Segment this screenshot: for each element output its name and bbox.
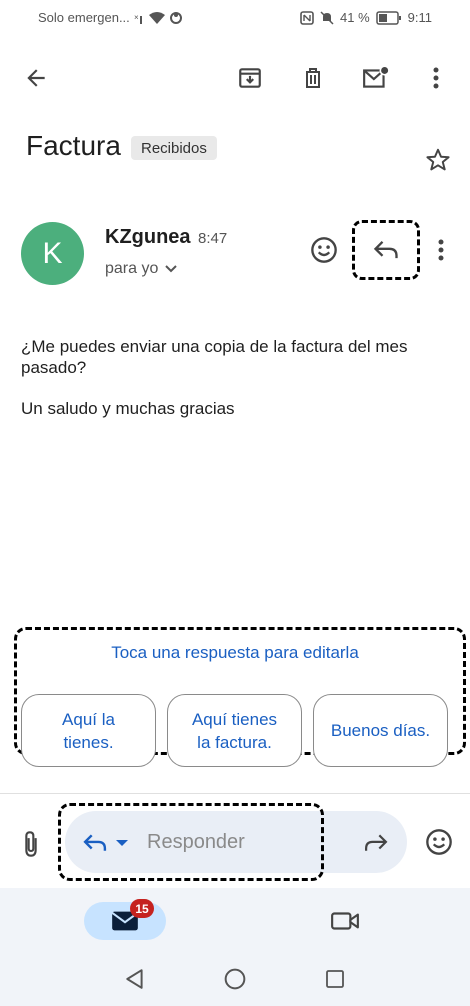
- smart-reply-chip[interactable]: Aquí tienes la factura.: [167, 694, 302, 767]
- smart-reply-chip[interactable]: Buenos días.: [313, 694, 448, 767]
- arrow-back-icon: [27, 69, 45, 87]
- forward-button[interactable]: [356, 826, 396, 860]
- delete-button[interactable]: [293, 58, 333, 98]
- more-options-button[interactable]: [416, 58, 456, 98]
- mark-unread-button[interactable]: [356, 58, 396, 98]
- email-subject: Factura: [26, 130, 121, 161]
- avatar-initial: K: [42, 236, 63, 270]
- sender-avatar[interactable]: K: [21, 222, 84, 285]
- emoji-icon: [426, 829, 452, 855]
- email-time: 8:47: [198, 230, 228, 247]
- more-vert-icon: [438, 239, 444, 261]
- star-button[interactable]: [420, 142, 456, 178]
- carrier-text: Solo emergen...: [38, 10, 130, 25]
- system-home-button[interactable]: [218, 962, 252, 996]
- archive-icon: [239, 68, 261, 88]
- system-back-button[interactable]: [118, 962, 152, 996]
- square-recents-icon: [326, 970, 344, 988]
- smart-reply-hint: Toca una respuesta para editarla: [111, 643, 359, 662]
- chip-line: Buenos días.: [330, 721, 431, 740]
- status-right: 41 % 9:11: [300, 10, 432, 25]
- chip-line: la factura.: [197, 732, 272, 752]
- message-more-button[interactable]: [425, 230, 457, 270]
- back-button[interactable]: [16, 58, 56, 98]
- clock: 9:11: [407, 10, 432, 25]
- recipient-details-toggle[interactable]: para yo: [105, 260, 178, 278]
- reply-icon: [373, 241, 398, 259]
- sender-name: KZgunea: [105, 226, 191, 248]
- unread-count-badge: 15: [130, 899, 154, 918]
- attach-button[interactable]: [14, 824, 48, 864]
- circle-home-icon: [224, 968, 246, 990]
- attachment-icon: [25, 831, 37, 857]
- inbox-label-chip[interactable]: Recibidos: [131, 136, 217, 160]
- reply-button[interactable]: [366, 230, 406, 270]
- divider: [0, 793, 470, 794]
- archive-button[interactable]: [230, 58, 270, 98]
- email-body-line-1: ¿Me puedes enviar una copia de la factur…: [21, 337, 408, 356]
- svg-text:×: ×: [134, 13, 139, 22]
- email-body-line-3: Un saludo y muchas gracias: [21, 399, 235, 418]
- triangle-back-icon: [126, 969, 143, 989]
- forward-icon: [365, 834, 388, 851]
- email-body-line-2: pasado?: [21, 358, 87, 377]
- emoji-button[interactable]: [420, 822, 458, 862]
- mute-icon: [320, 10, 334, 25]
- video-camera-icon: [331, 912, 359, 930]
- battery-percent: 41 %: [340, 10, 370, 25]
- notification-face-icon: [169, 11, 182, 24]
- recipient-text: para yo: [105, 260, 159, 277]
- compose-highlight-box: [58, 803, 324, 881]
- wifi-icon: [148, 11, 165, 24]
- system-recents-button[interactable]: [318, 962, 352, 996]
- battery-icon: [375, 10, 401, 25]
- chip-text: Buenos días.: [331, 719, 430, 742]
- inbox-label-text: Recibidos: [141, 139, 207, 157]
- no-sim-icon: ×: [134, 13, 142, 24]
- trash-icon: [306, 68, 320, 88]
- chip-line: Aquí la: [62, 709, 115, 729]
- status-bar: Solo emergen... × 41 % 9:11: [0, 0, 470, 36]
- chip-text: Aquí la tienes.: [62, 708, 115, 754]
- chip-line: Aquí tienes: [191, 709, 278, 729]
- meet-tab[interactable]: [326, 904, 364, 938]
- smart-reply-chip[interactable]: Aquí la tienes.: [21, 694, 156, 767]
- chevron-down-icon: [165, 265, 178, 273]
- add-reaction-button[interactable]: [306, 230, 342, 270]
- star-outline-icon: [426, 148, 450, 171]
- status-left: Solo emergen... ×: [38, 10, 182, 25]
- chip-line: tienes.: [63, 732, 114, 752]
- chip-text: Aquí tienes la factura.: [192, 708, 277, 754]
- more-vert-icon: [433, 67, 439, 89]
- nfc-icon: [300, 10, 314, 25]
- mark-unread-icon: [363, 65, 390, 88]
- emoji-icon: [311, 237, 337, 263]
